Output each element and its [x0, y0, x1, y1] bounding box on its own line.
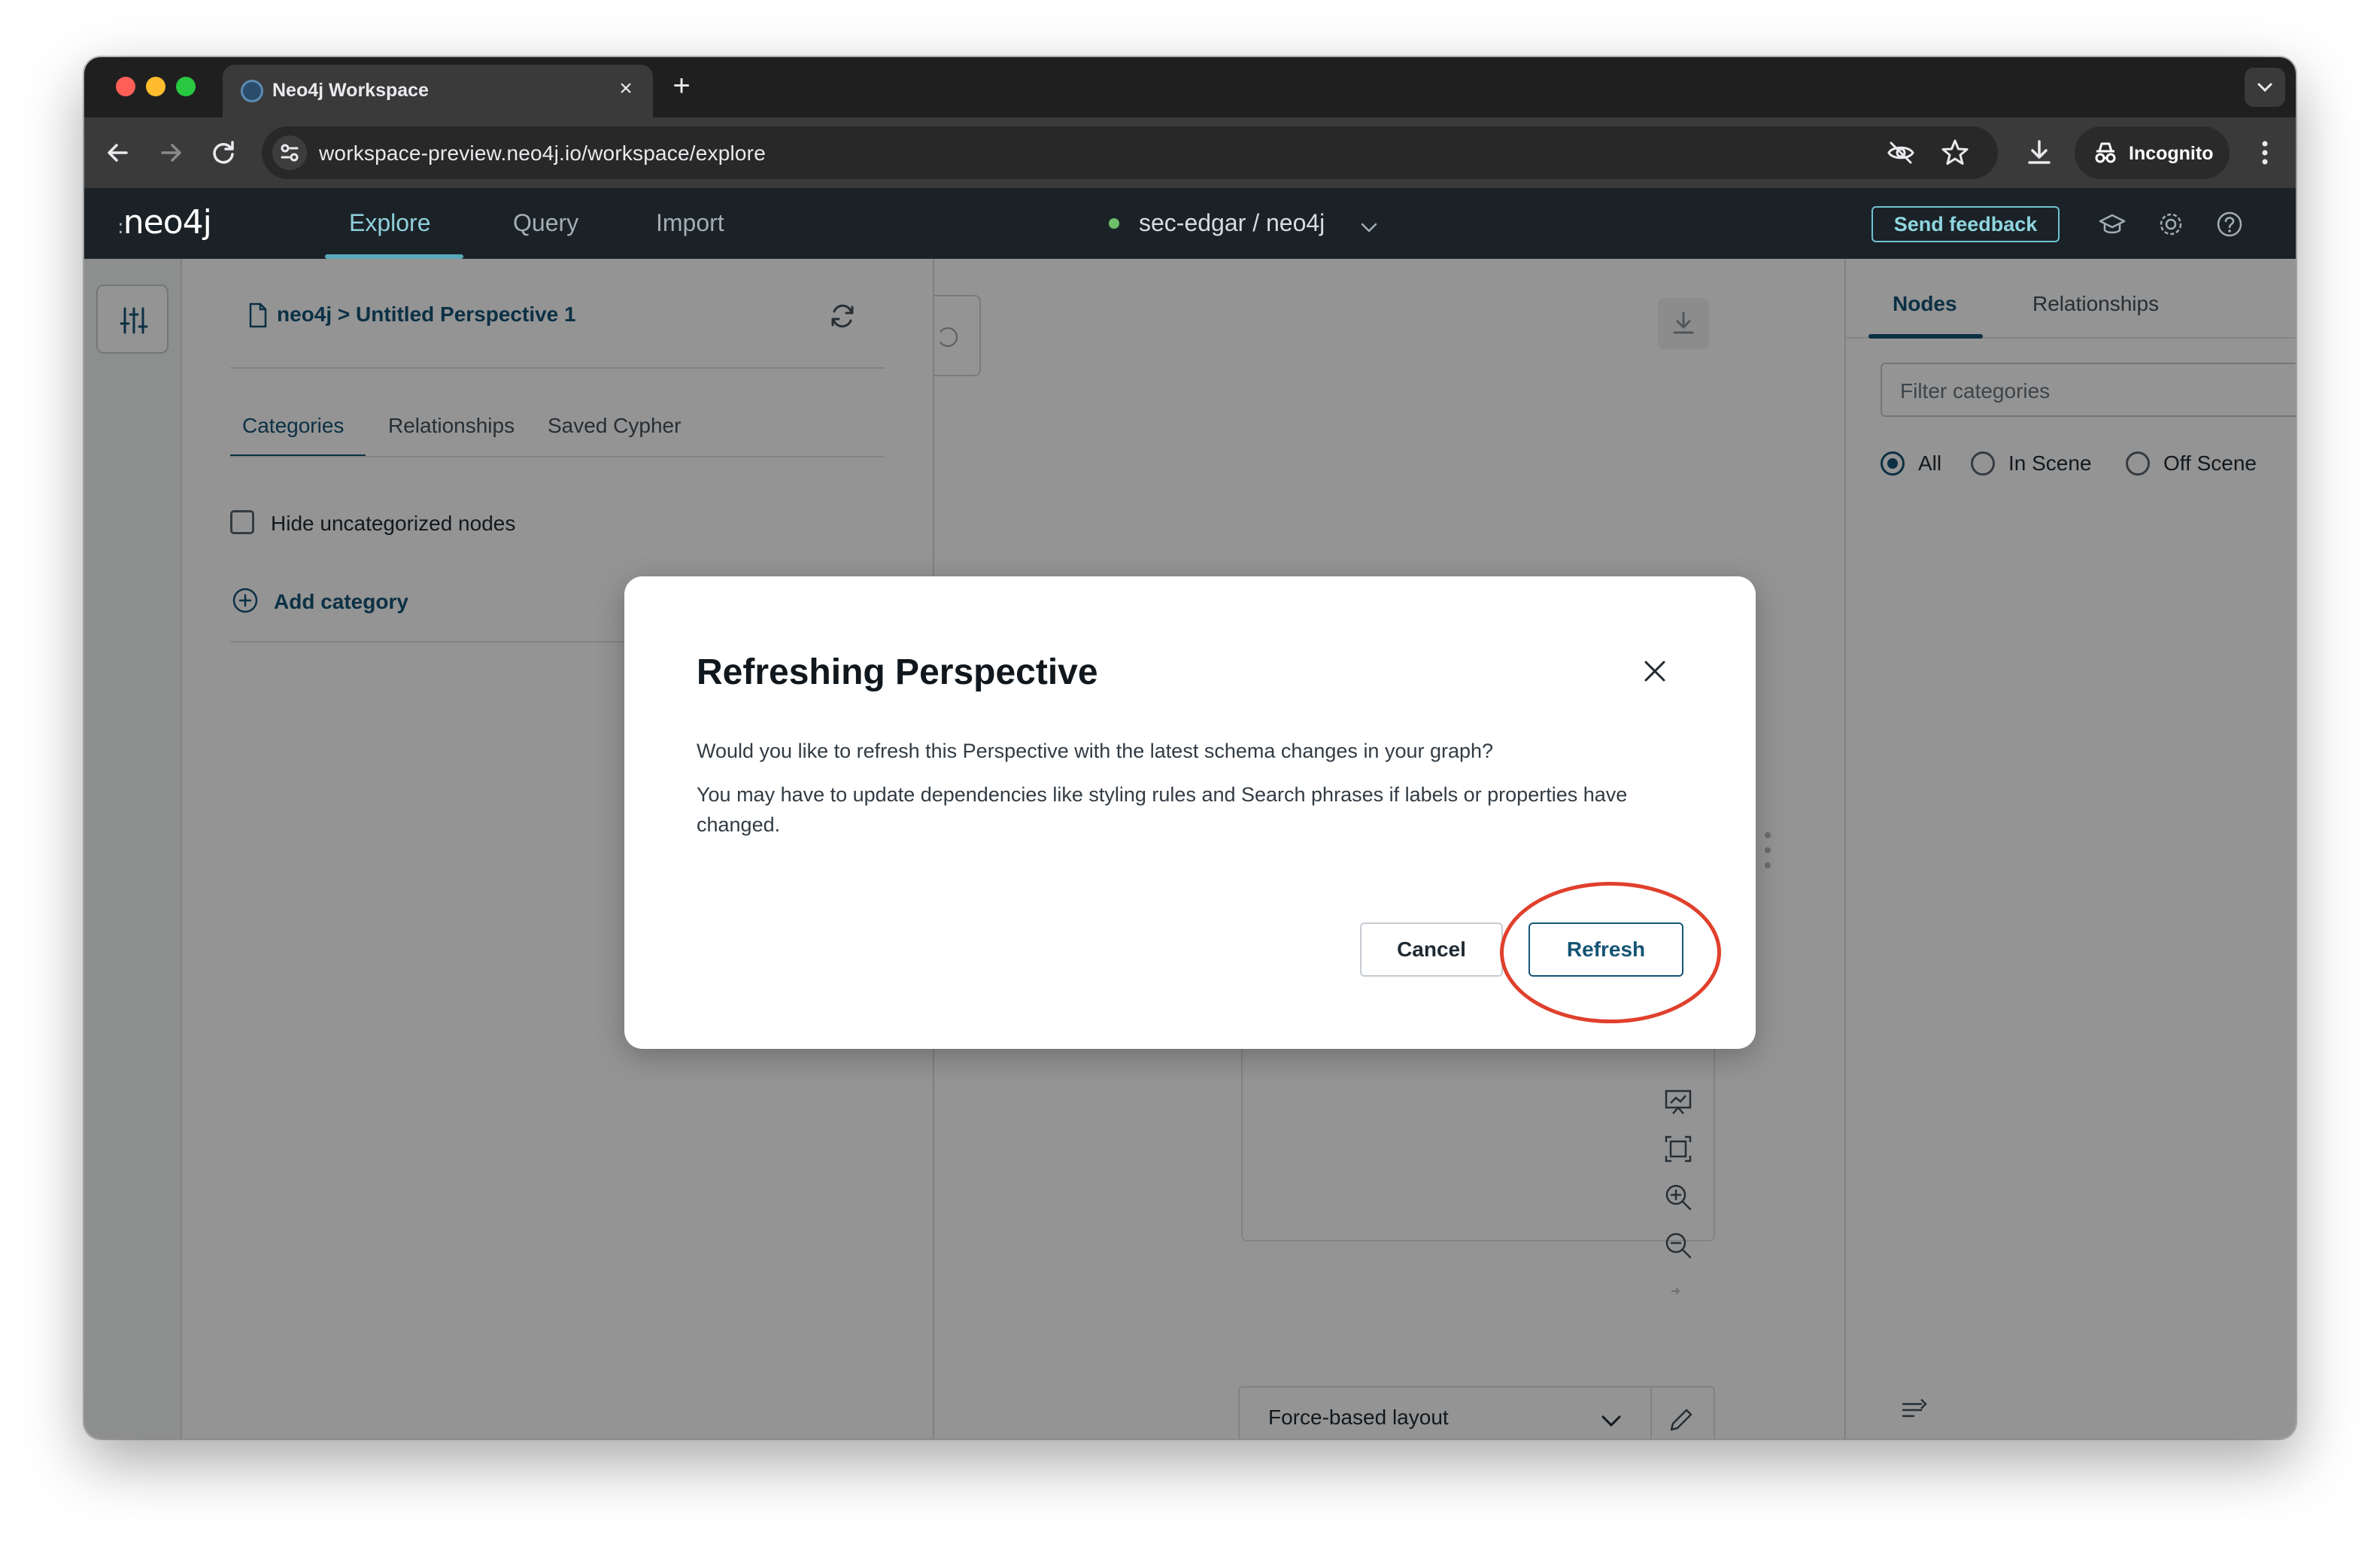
incognito-label: Incognito	[2129, 143, 2214, 164]
chevron-down-icon[interactable]	[1357, 215, 1381, 239]
refresh-button[interactable]: Refresh	[1528, 922, 1683, 977]
neo4j-favicon-icon	[241, 80, 263, 102]
url-text[interactable]: workspace-preview.neo4j.io/workspace/exp…	[319, 141, 766, 166]
database-selector[interactable]: sec-edgar / neo4j	[1139, 209, 1325, 237]
tab-search-button[interactable]	[2245, 68, 2285, 107]
minimize-window-button[interactable]	[146, 77, 165, 96]
cancel-button[interactable]: Cancel	[1360, 922, 1503, 977]
more-menu-icon[interactable]	[2248, 135, 2282, 170]
incognito-icon	[2095, 142, 2116, 163]
neo4j-logo[interactable]: :neo4j	[117, 203, 212, 242]
tab-strip: Neo4j Workspace × +	[84, 57, 2296, 117]
tab-import[interactable]: Import	[656, 209, 724, 237]
download-icon[interactable]	[2022, 135, 2057, 170]
refresh-perspective-dialog: Refreshing Perspective Would you like to…	[624, 576, 1756, 1049]
incognito-button[interactable]: Incognito	[2075, 126, 2230, 179]
eye-off-icon[interactable]	[1885, 137, 1917, 169]
dialog-warning: You may have to update dependencies like…	[697, 783, 1628, 836]
browser-tab[interactable]: Neo4j Workspace ×	[223, 65, 653, 117]
graduation-cap-icon[interactable]	[2097, 209, 2127, 239]
site-settings-icon	[281, 144, 299, 162]
new-tab-button[interactable]: +	[665, 69, 698, 102]
logo-text: neo4j	[123, 203, 212, 242]
star-icon[interactable]	[1939, 137, 1971, 169]
dialog-message: Would you like to refresh this Perspecti…	[697, 740, 1494, 762]
tab-explore[interactable]: Explore	[349, 209, 431, 237]
chevron-down-icon	[2257, 83, 2272, 93]
forward-arrow-icon[interactable]	[153, 135, 188, 170]
app-header: :neo4j Explore Query Import sec-edgar / …	[84, 188, 2296, 259]
browser-toolbar: workspace-preview.neo4j.io/workspace/exp…	[84, 117, 2296, 188]
tab-query[interactable]: Query	[513, 209, 578, 237]
help-icon[interactable]	[2215, 209, 2245, 239]
reload-icon[interactable]	[206, 135, 241, 170]
maximize-window-button[interactable]	[176, 77, 196, 96]
close-icon[interactable]	[1640, 656, 1670, 686]
db-status-dot	[1109, 218, 1119, 229]
dialog-title: Refreshing Perspective	[697, 652, 1098, 692]
site-info-button[interactable]	[272, 135, 307, 170]
tab-title: Neo4j Workspace	[272, 80, 429, 101]
address-bar[interactable]: workspace-preview.neo4j.io/workspace/exp…	[262, 126, 1998, 179]
close-window-button[interactable]	[116, 77, 135, 96]
back-arrow-icon[interactable]	[101, 135, 135, 170]
send-feedback-button[interactable]: Send feedback	[1872, 206, 2060, 242]
tab-close-icon[interactable]: ×	[612, 75, 639, 102]
gear-icon[interactable]	[2156, 209, 2186, 239]
